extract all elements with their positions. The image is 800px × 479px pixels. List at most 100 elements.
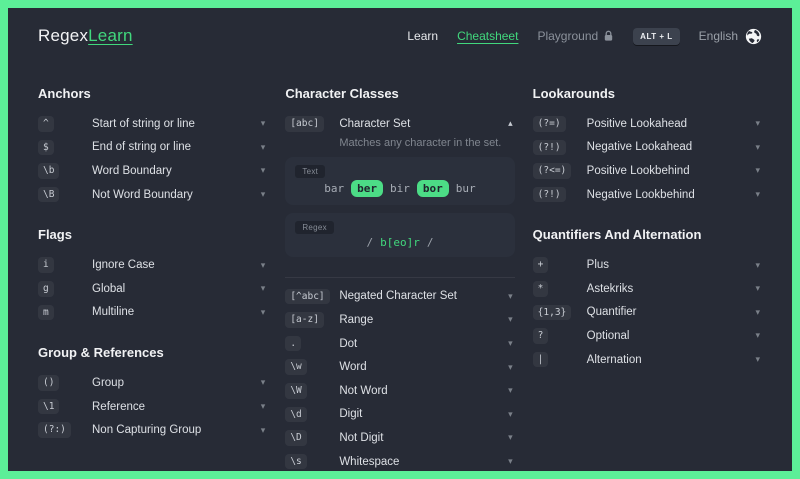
item-label: Dot [339, 338, 508, 350]
cheat-item-dot[interactable]: .Dot▾ [285, 332, 514, 356]
cheat-item-not-word-boundary[interactable]: \B Not Word Boundary▾ [38, 183, 267, 207]
cheat-item-negative-lookbehind[interactable]: (?!)Negative Lookbehind▾ [533, 183, 762, 207]
item-code-badge: \s [285, 454, 306, 470]
cheat-item-character-set[interactable]: [abc]Character Set▴ [285, 112, 514, 136]
chevron-down-icon: ▾ [508, 433, 515, 442]
section-title: Character Classes [285, 86, 514, 101]
chevron-down-icon: ▾ [261, 190, 268, 199]
item-code-badge: [abc] [285, 116, 324, 132]
nav-cheatsheet-link[interactable]: Cheatsheet [457, 29, 518, 43]
chevron-down-icon: ▾ [755, 308, 762, 317]
item-code-badge: [^abc] [285, 289, 329, 305]
chevron-down-icon: ▾ [508, 292, 515, 301]
chevron-down-icon: ▾ [261, 261, 268, 270]
regex-box-label: Regex [295, 221, 334, 234]
cheat-item-group[interactable]: ()Group▾ [38, 371, 267, 395]
cheat-item-not-word[interactable]: \WNot Word▾ [285, 379, 514, 403]
chevron-down-icon: ▾ [261, 166, 268, 175]
chevron-down-icon: ▾ [508, 315, 515, 324]
cheat-item-global[interactable]: gGlobal▾ [38, 277, 267, 301]
cheat-item-range[interactable]: [a-z]Range▾ [285, 308, 514, 332]
item-label: Optional [587, 330, 756, 342]
nav-playground-label: Playground [537, 29, 598, 43]
column-character-classes: Character Classes[abc]Character Set▴Matc… [285, 86, 514, 471]
item-label: Plus [587, 259, 756, 271]
section-title: Group & References [38, 345, 267, 360]
cheat-item-quantifier[interactable]: {1,3}Quantifier▾ [533, 301, 762, 325]
item-label: Multiline [92, 306, 261, 318]
chevron-down-icon: ▾ [261, 308, 268, 317]
cheat-item-word[interactable]: \wWord▾ [285, 355, 514, 379]
item-label: Positive Lookbehind [587, 165, 756, 177]
nav-playground-link[interactable]: Playground [537, 29, 614, 43]
item-code-badge: \1 [38, 399, 59, 415]
chevron-down-icon: ▾ [261, 378, 268, 387]
item-code-badge: \b [38, 163, 59, 179]
cheat-item-digit[interactable]: \dDigit▾ [285, 403, 514, 427]
cheat-item-negated-character-set[interactable]: [^abc] Negated Character Set▾ [285, 285, 514, 309]
text-example-box: Textbarberbirborbur [285, 157, 514, 205]
cheat-item-start-of-string-or-line[interactable]: ^Start of string or line▾ [38, 112, 267, 136]
section-character-classes: Character Classes[abc]Character Set▴Matc… [285, 86, 514, 471]
cheat-item-astekriks[interactable]: *Astekriks▾ [533, 277, 762, 301]
cheat-item-reference[interactable]: \1Reference▾ [38, 395, 267, 419]
item-label: Ignore Case [92, 259, 261, 271]
item-label: Reference [92, 401, 261, 413]
cheat-item-whitespace[interactable]: \sWhitespace▾ [285, 450, 514, 471]
item-code-badge: {1,3} [533, 305, 572, 321]
section-title: Anchors [38, 86, 267, 101]
cheat-item-positive-lookbehind[interactable]: (?<=)Positive Lookbehind▾ [533, 159, 762, 183]
item-code-badge: \w [285, 359, 306, 375]
chevron-down-icon: ▾ [755, 166, 762, 175]
lock-icon [603, 30, 614, 42]
language-label: English [699, 29, 738, 43]
highlighted-match: ber [351, 180, 383, 197]
item-code-badge: m [38, 305, 54, 321]
cheat-item-end-of-string-or-line[interactable]: $End of string or line▾ [38, 136, 267, 160]
item-label: Start of string or line [92, 118, 261, 130]
cheat-item-not-digit[interactable]: \DNot Digit▾ [285, 426, 514, 450]
chevron-down-icon: ▾ [508, 457, 515, 466]
item-label: Word [339, 361, 508, 373]
chevron-down-icon: ▾ [755, 190, 762, 199]
item-code-badge: + [533, 257, 549, 273]
item-code-badge: (?=) [533, 116, 566, 132]
language-selector[interactable]: English [699, 28, 762, 45]
cheat-item-optional[interactable]: ?Optional▾ [533, 324, 762, 348]
item-code-badge: * [533, 281, 549, 297]
cheat-item-negative-lookahead[interactable]: (?!)Negative Lookahead▾ [533, 136, 762, 160]
nav-learn-link[interactable]: Learn [407, 29, 438, 43]
globe-icon [745, 28, 762, 45]
cheat-item-ignore-case[interactable]: i Ignore Case▾ [38, 253, 267, 277]
cheat-item-word-boundary[interactable]: \bWord Boundary▾ [38, 159, 267, 183]
section-title: Quantifiers And Alternation [533, 227, 762, 242]
item-code-badge: \B [38, 187, 59, 203]
section-lookarounds: Lookarounds(?=)Positive Lookahead▾(?!)Ne… [533, 86, 762, 206]
item-label: Negative Lookahead [587, 141, 756, 153]
page-frame: RegexLearn Learn Cheatsheet Playground A… [8, 8, 792, 471]
highlighted-match: bor [417, 180, 449, 197]
cheat-item-multiline[interactable]: m Multiline▾ [38, 301, 267, 325]
regex-box: Regex/b[eo]r/ [285, 213, 514, 257]
text-example-content: barberbirborbur [295, 180, 504, 197]
regexlearn-cheatsheet-page: { "colors": { "frame_green": "#5CEF98", … [0, 0, 800, 479]
item-label: Digit [339, 408, 508, 420]
cheat-item-non-capturing-group[interactable]: (?:)Non Capturing Group▾ [38, 418, 267, 442]
logo[interactable]: RegexLearn [38, 26, 133, 46]
item-label: Character Set [339, 118, 508, 130]
item-label: Not Word Boundary [92, 189, 261, 201]
chevron-down-icon: ▾ [755, 119, 762, 128]
item-code-badge: ? [533, 328, 549, 344]
section-title: Lookarounds [533, 86, 762, 101]
regex-open-slash: / [366, 236, 373, 249]
item-code-badge: \D [285, 430, 306, 446]
cheat-item-plus[interactable]: +Plus▾ [533, 253, 762, 277]
item-code-badge: (?:) [38, 422, 71, 438]
cheat-item-alternation[interactable]: |Alternation▾ [533, 348, 762, 372]
item-label: Negated Character Set [339, 290, 508, 302]
item-label: End of string or line [92, 141, 261, 153]
cheat-item-positive-lookahead[interactable]: (?=)Positive Lookahead▾ [533, 112, 762, 136]
item-code-badge: g [38, 281, 54, 297]
item-description: Matches any character in the set. [339, 137, 514, 149]
item-code-badge: i [38, 257, 54, 273]
